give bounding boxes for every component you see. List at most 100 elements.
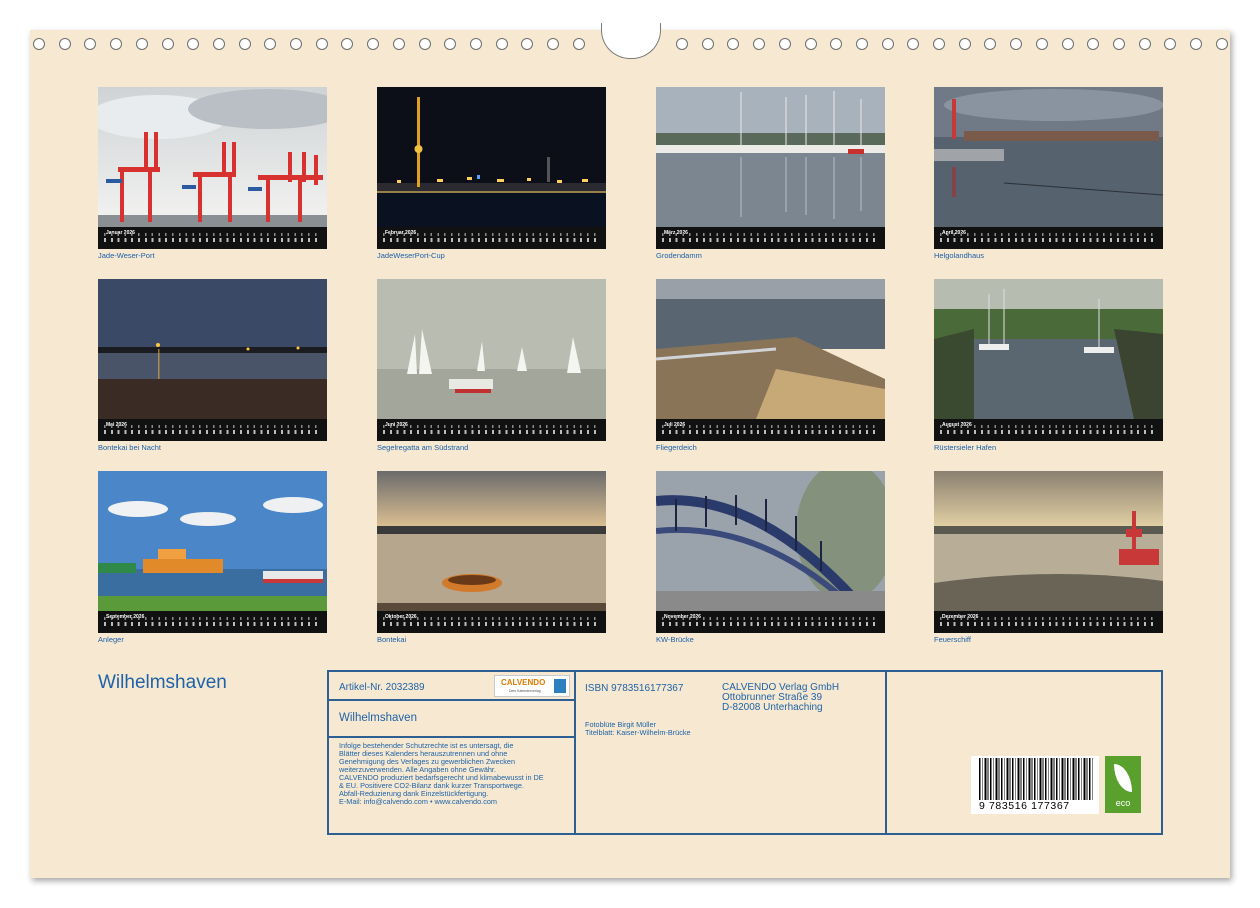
weekday-row: [940, 425, 1157, 428]
photo-bontekai-bei-nacht: [98, 279, 327, 419]
weekday-row: [662, 425, 879, 428]
binding-ring: [959, 38, 971, 50]
calendar-strip: April 2026: [934, 227, 1163, 249]
legal-line: E-Mail: info@calvendo.com • www.calvendo…: [339, 798, 544, 806]
spiral-binding: [0, 0, 1260, 60]
calendar-strip: März 2026: [656, 227, 885, 249]
photo-bontekai: [377, 471, 606, 611]
photo-caption: JadeWeserPort-Cup: [377, 251, 445, 260]
binding-ring: [110, 38, 122, 50]
publisher-address: CALVENDO Verlag GmbHOttobrunner Straße 3…: [722, 683, 839, 713]
weekday-row: [383, 617, 600, 620]
hanger-notch: [601, 23, 661, 59]
day-numbers: [662, 622, 879, 626]
weekday-row: [104, 617, 321, 620]
photo-caption: Fliegerdeich: [656, 443, 697, 452]
binding-ring: [444, 38, 456, 50]
binding-ring: [1164, 38, 1176, 50]
day-numbers: [383, 430, 600, 434]
divider: [574, 672, 576, 833]
calendar-strip: Mai 2026: [98, 419, 327, 441]
day-numbers: [940, 430, 1157, 434]
binding-ring: [84, 38, 96, 50]
weekday-row: [662, 233, 879, 236]
weekday-row: [104, 233, 321, 236]
day-numbers: [940, 622, 1157, 626]
binding-ring: [367, 38, 379, 50]
binding-ring: [676, 38, 688, 50]
binding-ring: [316, 38, 328, 50]
calendar-strip: Februar 2026: [377, 227, 606, 249]
binding-ring: [882, 38, 894, 50]
binding-ring: [805, 38, 817, 50]
day-numbers: [104, 430, 321, 434]
binding-ring: [984, 38, 996, 50]
leaf-icon: [1114, 764, 1132, 792]
binding-ring: [213, 38, 225, 50]
binding-ring: [1139, 38, 1151, 50]
logo-tagline: Dein Kalenderverlag: [509, 689, 541, 693]
weekday-row: [940, 233, 1157, 236]
binding-ring: [1190, 38, 1202, 50]
logo-mark-icon: [554, 679, 566, 693]
divider: [885, 672, 887, 833]
binding-ring: [702, 38, 714, 50]
binding-ring: [496, 38, 508, 50]
binding-ring: [856, 38, 868, 50]
weekday-row: [940, 617, 1157, 620]
binding-ring: [470, 38, 482, 50]
day-numbers: [662, 238, 879, 242]
binding-ring: [1087, 38, 1099, 50]
calendar-strip: Juni 2026: [377, 419, 606, 441]
divider: [329, 699, 574, 701]
article-number: Artikel-Nr. 2032389: [339, 682, 425, 693]
publisher-line: D-82008 Unterhaching: [722, 703, 839, 713]
binding-ring: [547, 38, 559, 50]
photo-caption: Grodendamm: [656, 251, 702, 260]
barcode-bars: [979, 758, 1093, 800]
binding-ring: [419, 38, 431, 50]
product-title: Wilhelmshaven: [339, 712, 417, 724]
weekday-row: [662, 617, 879, 620]
binding-ring: [933, 38, 945, 50]
calendar-strip: September 2026: [98, 611, 327, 633]
calendar-strip: November 2026: [656, 611, 885, 633]
binding-ring: [521, 38, 533, 50]
day-numbers: [383, 238, 600, 242]
weekday-row: [383, 233, 600, 236]
isbn: ISBN 9783516177367: [585, 683, 683, 694]
photo-caption: KW-Brücke: [656, 635, 694, 644]
eco-label: eco: [1105, 798, 1141, 808]
day-numbers: [940, 238, 1157, 242]
binding-ring: [573, 38, 585, 50]
binding-ring: [290, 38, 302, 50]
legal-notice: Infolge bestehender Schutzrechte ist es …: [339, 742, 544, 806]
binding-ring: [136, 38, 148, 50]
binding-ring: [1036, 38, 1048, 50]
photo-feuerschiff: [934, 471, 1163, 611]
day-numbers: [383, 622, 600, 626]
photo-caption: Feuerschiff: [934, 635, 971, 644]
calvendo-logo: CALVENDO Dein Kalenderverlag: [494, 675, 570, 697]
photo-jadeweserport-cup: [377, 87, 606, 227]
day-numbers: [104, 622, 321, 626]
barcode-number: 9 783516 177367: [979, 800, 1070, 812]
photo-fliegerdeich: [656, 279, 885, 419]
photo-kw-bruecke: [656, 471, 885, 611]
photo-caption: Helgolandhaus: [934, 251, 984, 260]
photo-caption: Rüstersieler Hafen: [934, 443, 996, 452]
calendar-strip: Dezember 2026: [934, 611, 1163, 633]
binding-ring: [1216, 38, 1228, 50]
calendar-strip: Januar 2026: [98, 227, 327, 249]
calendar-strip: Oktober 2026: [377, 611, 606, 633]
divider: [329, 736, 574, 738]
binding-ring: [341, 38, 353, 50]
photo-caption: Bontekai: [377, 635, 406, 644]
weekday-row: [104, 425, 321, 428]
binding-ring: [1062, 38, 1074, 50]
logo-word: CALVENDO: [501, 678, 545, 687]
photo-caption: Segelregatta am Südstrand: [377, 443, 468, 452]
day-numbers: [662, 430, 879, 434]
product-info-box: Artikel-Nr. 2032389 CALVENDO Dein Kalend…: [327, 670, 1163, 835]
binding-ring: [239, 38, 251, 50]
